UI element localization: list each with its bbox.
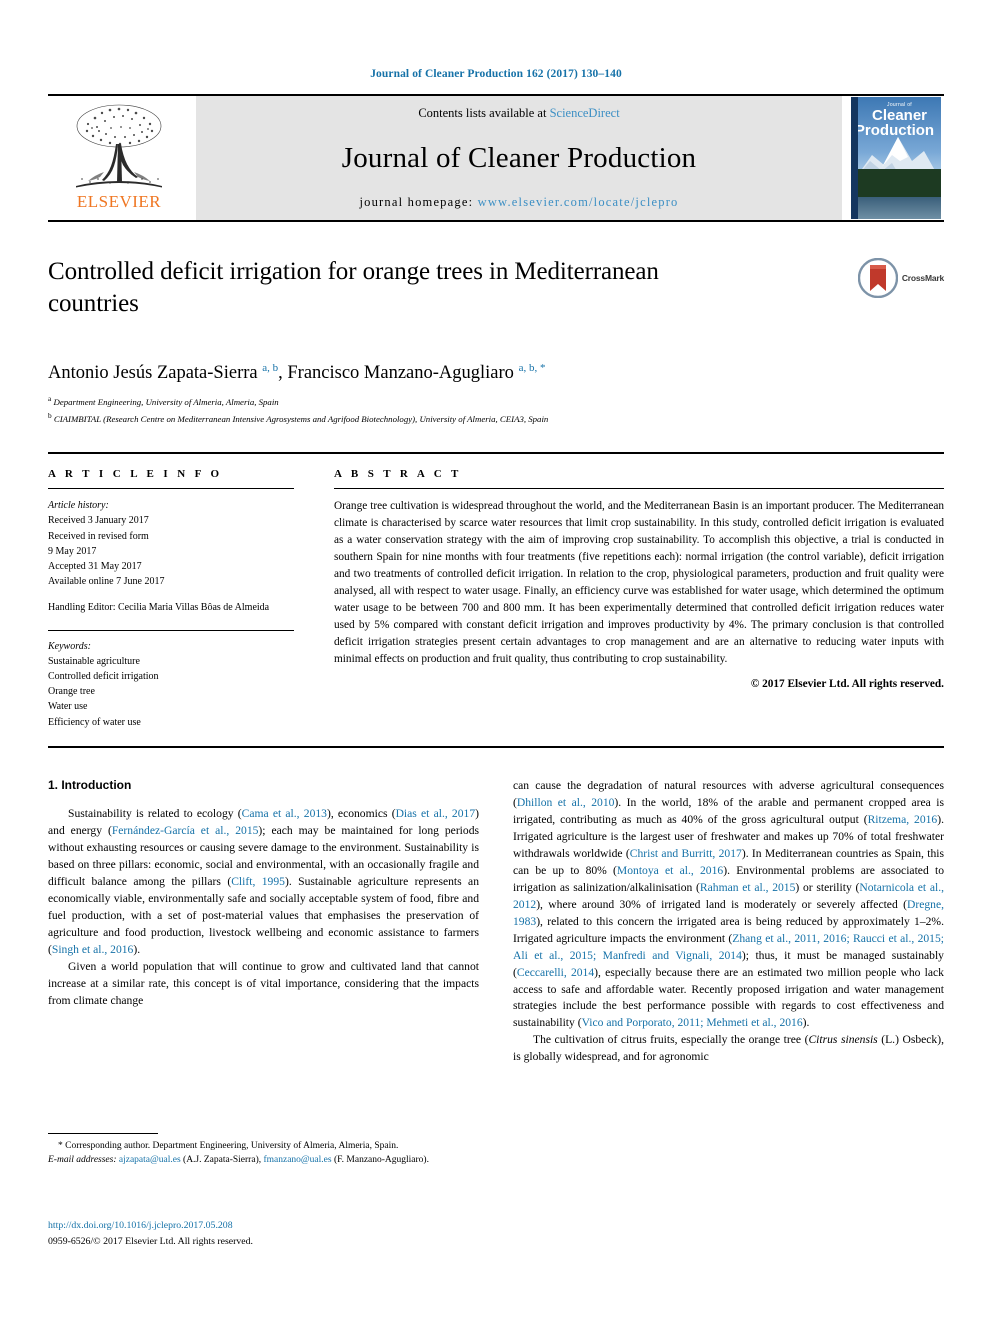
article-history-label: Article history: [48,500,109,512]
affiliation-list: a Department Engineering, University of … [48,393,944,426]
affiliation-text-b: CIAIMBITAL (Research Centre on Mediterra… [53,413,549,424]
affiliation-marker-b: b [48,410,52,420]
abstract-rule [334,488,944,490]
journal-cover-block: Journal of Cleaner Production [848,96,944,220]
footnote-rule [48,1133,158,1134]
affiliation-text-a: Department Engineering, University of Al… [53,397,279,408]
email-link-2[interactable]: fmanzano@ual.es [263,1155,331,1165]
email-label: E-mail addresses: [48,1155,117,1166]
email-owner-1: (A.J. Zapata-Sierra), [183,1155,262,1166]
elsevier-tree-icon [76,104,162,188]
cover-water [858,197,941,219]
abstract-copyright: © 2017 Elsevier Ltd. All rights reserved… [750,677,944,690]
corresponding-author-text: * Corresponding author. Department Engin… [58,1141,399,1151]
cover-title: Journal of Cleaner Production [858,102,941,138]
contents-line: Contents lists available at ScienceDirec… [418,106,619,121]
keyword-item: Controlled deficit irrigation [48,670,159,682]
cover-title-line3: Production [854,122,935,140]
article-info-column: A R T I C L E I N F O Article history: R… [48,468,294,729]
homepage-line: journal homepage: www.elsevier.com/locat… [359,195,678,210]
paper-page: Journal of Cleaner Production 162 (2017)… [0,0,992,1323]
paragraph: The cultivation of citrus fruits, especi… [513,1033,944,1064]
history-item: Received 3 January 2017 [48,515,149,527]
journal-masthead: ELSEVIER Contents lists available at Sci… [48,94,944,222]
history-item: Received in revised form [48,530,149,542]
abstract-heading: A B S T R A C T [334,468,462,481]
keyword-item: Water use [48,701,88,713]
email-note: E-mail addresses: ajzapata@ual.es (A.J. … [48,1153,478,1167]
elsevier-logo-block: ELSEVIER [48,96,190,220]
sciencedirect-link[interactable]: ScienceDirect [550,106,620,120]
corresponding-author-note: * Corresponding author. Department Engin… [48,1139,478,1153]
paragraph: can cause the degradation of natural res… [513,778,944,1030]
cover-title-line2: Cleaner [871,107,928,125]
affiliation-marker-a: a [48,394,52,404]
journal-cover-thumbnail: Journal of Cleaner Production [851,97,941,219]
keywords-block: Keywords: Sustainable agriculture Contro… [48,639,294,730]
article-info-rule [48,488,294,490]
running-head: Journal of Cleaner Production 162 (2017)… [370,68,622,80]
abstract-text: Orange tree cultivation is widespread th… [334,500,944,665]
affiliation-b: b CIAIMBITAL (Research Centre on Mediter… [48,410,944,427]
author-list: Antonio Jesús Zapata-Sierra a, b, Franci… [48,362,546,384]
keyword-item: Sustainable agriculture [48,655,140,667]
body-column-right: can cause the degradation of natural res… [513,778,944,1208]
paragraph: Given a world population that will conti… [48,959,479,1007]
abstract-column: A B S T R A C T Orange tree cultivation … [316,468,944,729]
footer-block: http://dx.doi.org/10.1016/j.jclepro.2017… [48,1218,508,1249]
handling-editor: Handling Editor: Cecilia Maria Villas Bô… [48,602,270,614]
article-info-heading: A R T I C L E I N F O [48,468,223,481]
title-area: Controlled deficit irrigation for orange… [48,256,944,346]
crossmark-label: CrossMark [901,273,944,283]
email-link-1[interactable]: ajzapata@ual.es [119,1155,181,1165]
elsevier-wordmark: ELSEVIER [76,192,162,211]
paragraph: Sustainability is related to ecology (Ca… [48,806,480,956]
journal-title: Journal of Cleaner Production [341,141,697,174]
crossmark-badge[interactable]: CrossMark [857,258,944,298]
history-item: Accepted 31 May 2017 [48,561,142,572]
homepage-prefix: journal homepage: [359,195,478,209]
keywords-label: Keywords: [48,640,91,652]
info-abstract-section: A R T I C L E I N F O Article history: R… [48,452,944,748]
homepage-url-link[interactable]: www.elsevier.com/locate/jclepro [478,195,679,209]
crossmark-icon [857,258,898,298]
keywords-rule [48,629,294,631]
keyword-item: Efficiency of water use [48,716,141,728]
issn-copyright: 0959-6526/© 2017 Elsevier Ltd. All right… [48,1235,253,1247]
article-history-block: Article history: Received 3 January 2017… [48,498,294,615]
doi-link[interactable]: http://dx.doi.org/10.1016/j.jclepro.2017… [48,1218,508,1234]
history-item: 9 May 2017 [48,545,97,557]
affiliation-a: a Department Engineering, University of … [48,393,944,410]
keyword-item: Orange tree [48,686,95,698]
email-owner-2: (F. Manzano-Agugliaro). [333,1155,429,1166]
page-title: Controlled deficit irrigation for orange… [48,258,659,317]
contents-prefix: Contents lists available at [418,106,550,120]
history-item: Available online 7 June 2017 [48,576,165,588]
journal-banner: Contents lists available at ScienceDirec… [196,96,842,220]
section-heading-introduction: 1. Introduction [48,777,132,792]
cover-treeline [858,169,941,199]
footnote-block: * Corresponding author. Department Engin… [48,1133,478,1168]
